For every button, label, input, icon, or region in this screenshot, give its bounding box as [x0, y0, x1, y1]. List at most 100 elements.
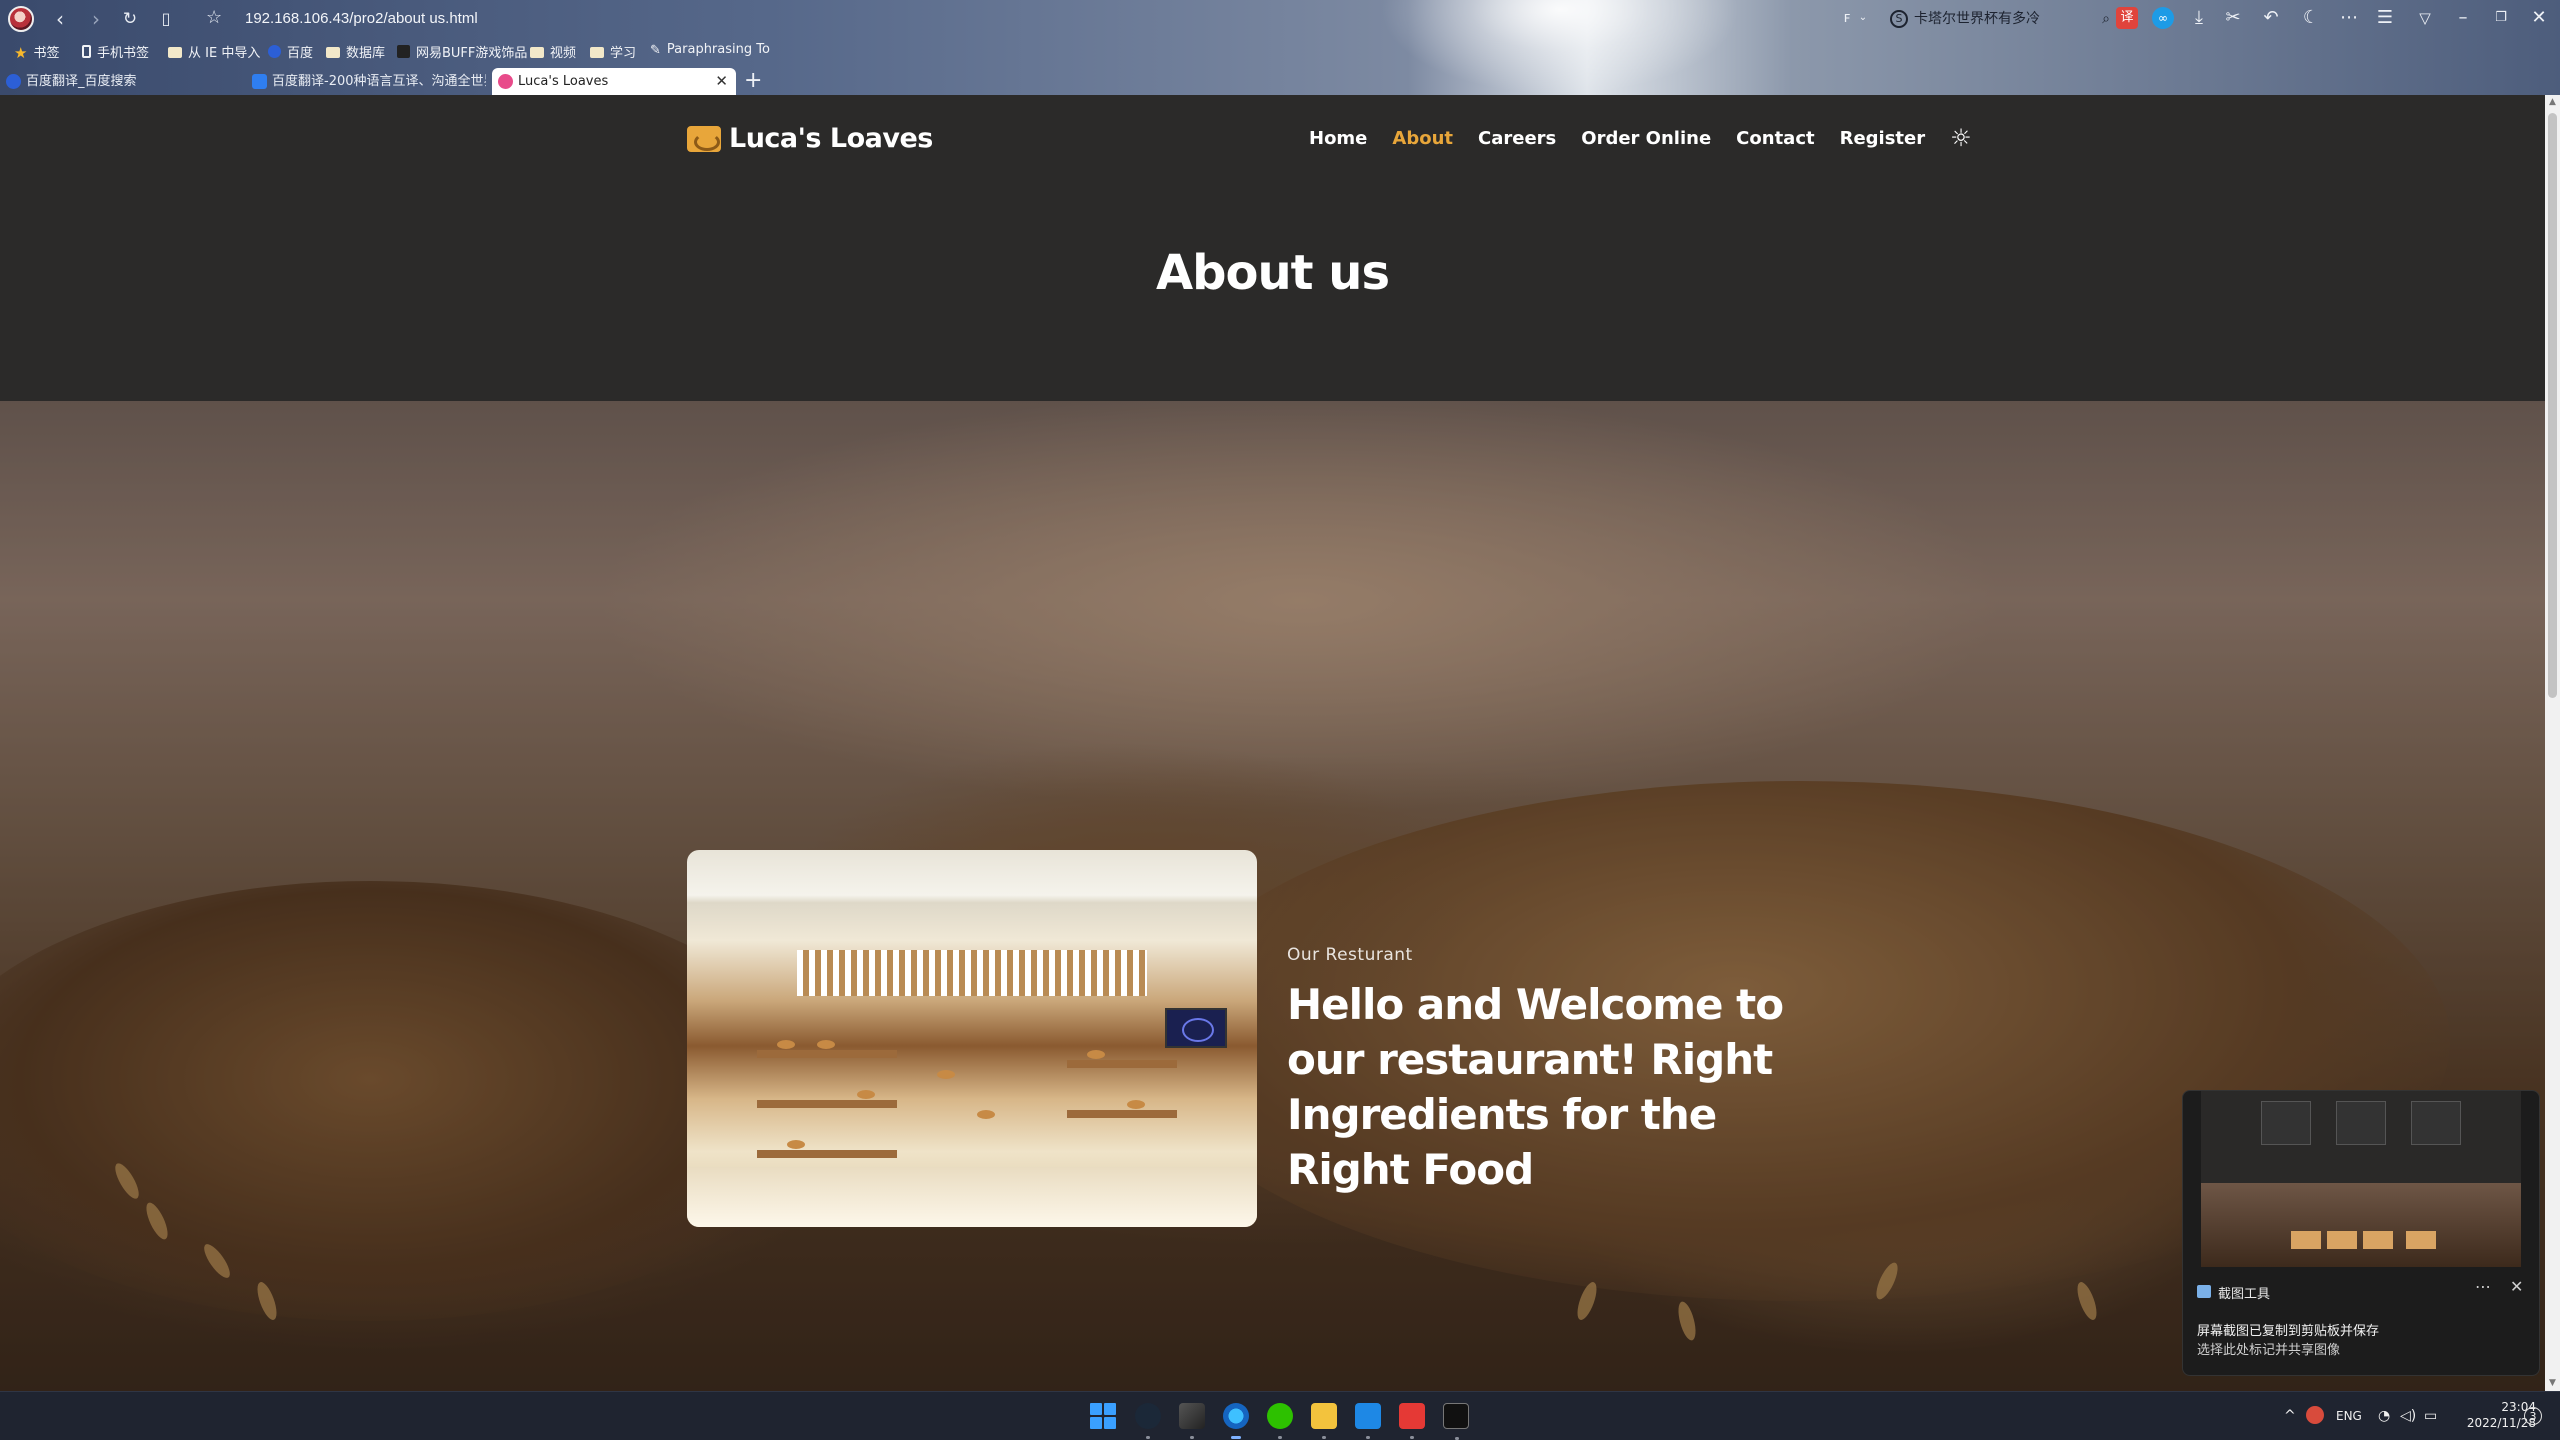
extension-icon[interactable]: ∞ [2152, 7, 2174, 29]
snipping-tool-icon [2197, 1285, 2211, 1298]
photo-bread [937, 1070, 955, 1079]
bookmark-item[interactable]: 手机书签 [82, 42, 149, 61]
photo-shelf [757, 1100, 897, 1108]
back-icon[interactable]: ‹ [48, 7, 72, 31]
notification-badge[interactable]: 3 [2524, 1407, 2542, 1425]
photo-bread [1127, 1100, 1145, 1109]
moon-icon[interactable]: ☾ [2300, 7, 2322, 29]
close-window-icon[interactable]: ✕ [2528, 7, 2550, 29]
volume-icon[interactable]: ◁) [2400, 1392, 2416, 1440]
nav-home[interactable]: Home [1309, 128, 1367, 149]
nav-careers[interactable]: Careers [1478, 128, 1556, 149]
site-logo[interactable]: Luca's Loaves [687, 123, 933, 154]
translate-extension-icon[interactable]: 译 [2116, 7, 2138, 29]
wechat-icon[interactable] [1267, 1403, 1293, 1439]
profile-avatar[interactable] [8, 6, 34, 32]
steam-icon[interactable] [1135, 1403, 1161, 1439]
tab-baidu-search[interactable]: 百度翻译_百度搜索 [0, 68, 240, 95]
folder-icon [168, 47, 182, 58]
skin-icon[interactable]: ▽ [2414, 7, 2436, 29]
about-heading: Hello and Welcome to our restaurant! Rig… [1287, 980, 1784, 1194]
bookmark-star-icon[interactable]: ☆ [206, 7, 222, 28]
address-bar[interactable]: 192.168.106.43/pro2/about us.html [245, 10, 478, 27]
buff-icon [397, 45, 410, 58]
photo-shelf [757, 1150, 897, 1158]
show-hidden-icons-icon[interactable]: ^ [2284, 1392, 2296, 1440]
folder-icon [590, 47, 604, 58]
wps-icon[interactable] [1399, 1403, 1425, 1439]
snip-notification[interactable]: 截图工具 ⋯ ✕ 屏幕截图已复制到剪贴板并保存 选择此处标记并共享图像 [2182, 1090, 2540, 1376]
page-scrollbar[interactable]: ▲ ▼ [2545, 95, 2560, 1391]
sun-icon[interactable]: ☼ [1950, 126, 1972, 150]
game-app-icon[interactable] [1179, 1403, 1205, 1439]
nav-register[interactable]: Register [1840, 128, 1926, 149]
tab-baidu-translate[interactable]: 百度翻译-200种语言互译、沟通全世界! [246, 68, 486, 95]
browser-chrome: ‹ › ↻ ▯ ☆ 192.168.106.43/pro2/about us.h… [0, 0, 2560, 95]
download-icon[interactable]: ⤓ [2188, 7, 2210, 29]
logo-text: Luca's Loaves [729, 123, 933, 154]
close-tab-icon[interactable]: ✕ [715, 68, 728, 95]
browser-toolbar: ‹ › ↻ ▯ ☆ 192.168.106.43/pro2/about us.h… [0, 0, 2560, 38]
restore-icon[interactable]: ❐ [2490, 7, 2512, 29]
nav-order-online[interactable]: Order Online [1581, 128, 1711, 149]
more-options-icon[interactable]: ⋯ [2475, 1277, 2491, 1296]
scrollbar-thumb[interactable] [2548, 113, 2557, 698]
bookmark-item[interactable]: 从 IE 中导入 [168, 42, 260, 61]
bookmark-item[interactable]: ✎ Paraphrasing To [650, 42, 770, 58]
vscode-icon[interactable] [1355, 1403, 1381, 1439]
translate-icon [252, 74, 267, 89]
windows-taskbar: ^ ENG ◔ ◁) ▭ 23:04 2022/11/28 3 [0, 1391, 2560, 1440]
search-box[interactable]: S 卡塔尔世界杯有多冷 ⌕ [1890, 6, 2110, 32]
photo-bread [777, 1040, 795, 1049]
bookmark-item[interactable]: ★ 书签 [14, 42, 59, 62]
reload-icon[interactable]: ↻ [118, 7, 142, 31]
dropdown-chevron-icon[interactable]: ⌄ [1852, 7, 1874, 29]
bookmark-item[interactable]: 网易BUFF游戏饰品 [397, 42, 527, 61]
new-tab-icon[interactable]: + [744, 68, 762, 93]
nav-contact[interactable]: Contact [1736, 128, 1814, 149]
more-icon[interactable]: ⋯ [2338, 7, 2360, 29]
page-title: About us [1155, 245, 1390, 301]
file-explorer-icon[interactable] [1311, 1403, 1337, 1439]
star-icon: ★ [14, 44, 28, 62]
language-indicator[interactable]: ENG [2336, 1392, 2362, 1440]
thumb-pic [2406, 1231, 2436, 1249]
photo-shelf [757, 1050, 897, 1058]
thumb-card [2261, 1101, 2311, 1145]
photo-tv-screen [1165, 1008, 1227, 1048]
minimize-icon[interactable]: – [2452, 7, 2474, 29]
start-menu-icon[interactable] [1090, 1403, 1116, 1429]
pen-icon: ✎ [650, 43, 661, 58]
undo-icon[interactable]: ↶ [2260, 7, 2282, 29]
web-page: Luca's Loaves Home About Careers Order O… [0, 95, 2545, 1391]
thumb-pic [2291, 1231, 2321, 1249]
search-icon[interactable]: ⌕ [2102, 6, 2110, 32]
battery-icon[interactable]: ▭ [2424, 1392, 2437, 1440]
reader-mode-icon[interactable]: ▯ [154, 7, 178, 31]
photo-bread [857, 1090, 875, 1099]
thumb-pic [2327, 1231, 2357, 1249]
thumb-hero [2201, 1183, 2521, 1267]
browser-app-icon[interactable] [1223, 1403, 1249, 1439]
forward-icon[interactable]: › [84, 7, 108, 31]
close-notification-icon[interactable]: ✕ [2510, 1277, 2523, 1296]
scroll-up-icon[interactable]: ▲ [2545, 95, 2560, 110]
phone-icon [82, 45, 91, 58]
tray-app-icon[interactable] [2306, 1406, 2324, 1424]
site-favicon-icon [498, 74, 513, 89]
tab-lucas-loaves[interactable]: Luca's Loaves ✕ [492, 68, 736, 95]
bookmark-item[interactable]: 学习 [590, 42, 636, 61]
bookmark-item[interactable]: 百度 [268, 42, 313, 61]
bookmark-item[interactable]: 数据库 [326, 42, 385, 61]
terminal-icon[interactable] [1443, 1403, 1469, 1440]
hero-overlay [0, 401, 2545, 1391]
photo-bread [817, 1040, 835, 1049]
wifi-icon[interactable]: ◔ [2378, 1392, 2390, 1440]
menu-icon[interactable]: ☰ [2374, 7, 2396, 29]
scissors-icon[interactable]: ✂ [2222, 7, 2244, 29]
nav-about[interactable]: About [1392, 128, 1453, 149]
bookmark-item[interactable]: 视频 [530, 42, 576, 61]
scroll-down-icon[interactable]: ▼ [2545, 1376, 2560, 1391]
screenshot-thumbnail[interactable] [2201, 1091, 2521, 1267]
thumb-pic [2363, 1231, 2393, 1249]
